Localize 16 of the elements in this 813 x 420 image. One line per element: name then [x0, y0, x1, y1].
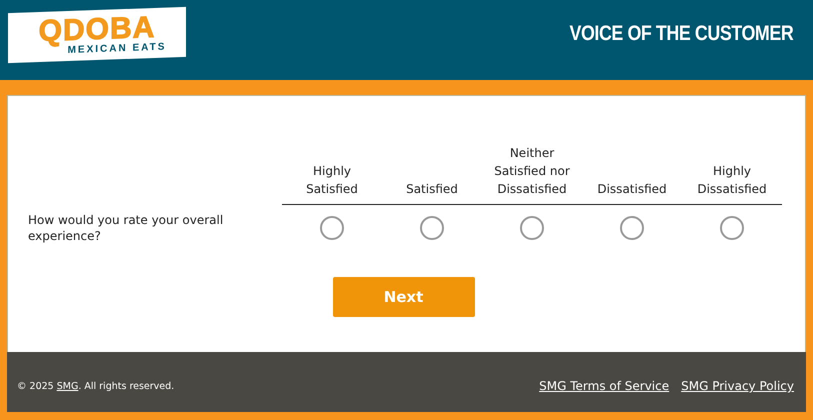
column-heading: Highly Satisfied	[282, 162, 382, 205]
column-heading: Highly Dissatisfied	[682, 162, 782, 205]
radio-button[interactable]	[420, 216, 444, 240]
footer-link[interactable]: SMG Privacy Policy	[681, 379, 794, 393]
column-heading: Neither Satisfied nor Dissatisfied	[482, 144, 582, 205]
copyright-text: © 2025 SMG. All rights reserved.	[17, 380, 174, 392]
column-heading: Satisfied	[382, 180, 482, 205]
radio-button[interactable]	[320, 216, 344, 240]
column-heading: Dissatisfied	[582, 180, 682, 205]
radio-button[interactable]	[620, 216, 644, 240]
question-text: How would you rate your overall experience?	[28, 212, 224, 244]
radio-button[interactable]	[720, 216, 744, 240]
radio-button[interactable]	[520, 216, 544, 240]
smg-link[interactable]: SMG	[56, 380, 78, 392]
page-title: VOICE OF THE CUSTOMER	[569, 22, 793, 46]
footer-link[interactable]: SMG Terms of Service	[539, 379, 670, 393]
